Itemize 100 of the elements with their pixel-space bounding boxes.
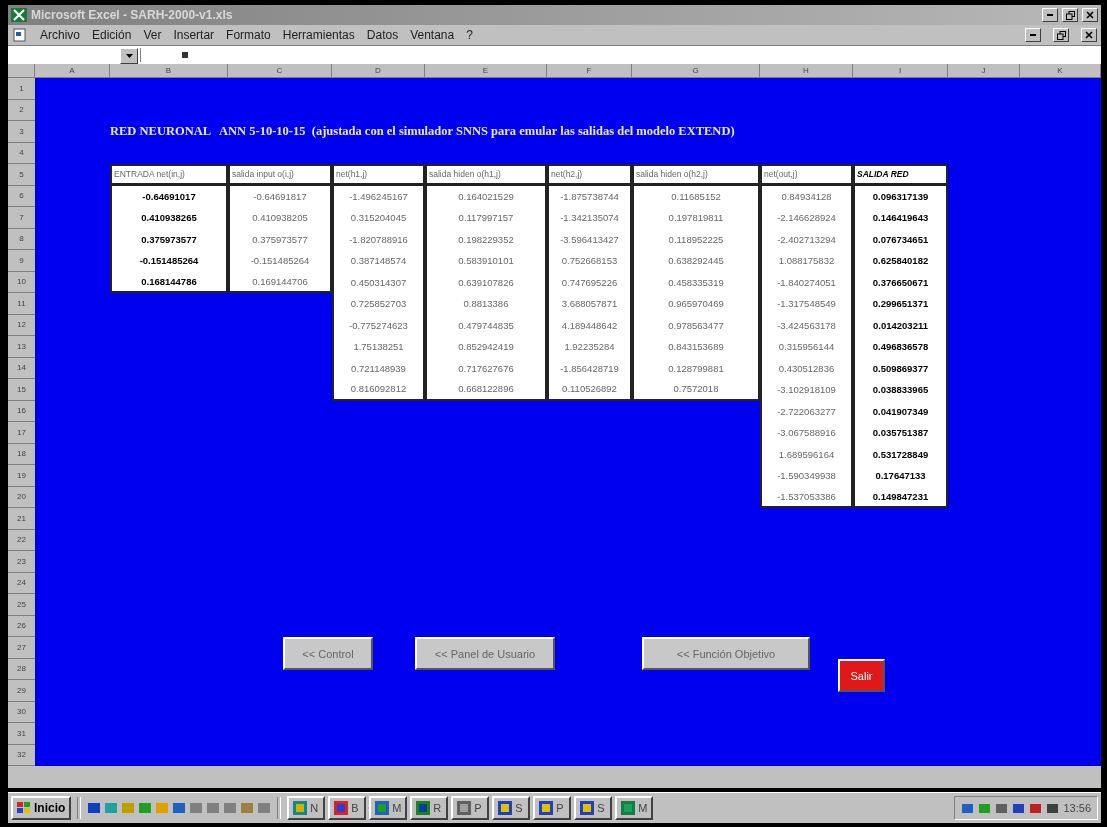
row-header[interactable]: 7 [8, 207, 35, 229]
table-cell: -1.496245167 [332, 185, 425, 207]
row-header[interactable]: 14 [8, 357, 35, 379]
menu-item[interactable]: Ventana [410, 28, 455, 42]
select-all-corner[interactable] [8, 64, 35, 78]
row-header[interactable]: 13 [8, 336, 35, 358]
row-header[interactable]: 10 [8, 271, 35, 293]
row-header[interactable]: 30 [8, 701, 35, 723]
menu-item[interactable]: Formato [226, 28, 271, 42]
task-button[interactable]: M [369, 796, 408, 820]
row-header[interactable]: 8 [8, 228, 35, 250]
table-cell: 0.638292445 [632, 250, 760, 272]
row-header[interactable]: 25 [8, 594, 35, 616]
table-cell: 0.076734651 [853, 228, 948, 250]
table-cell: 0.965970469 [632, 293, 760, 315]
row-header[interactable]: 1 [8, 78, 35, 100]
row-header[interactable]: 21 [8, 508, 35, 530]
menu-item[interactable]: Ver [143, 28, 162, 42]
restore-button[interactable] [1053, 28, 1069, 42]
column-header[interactable]: J [948, 64, 1020, 78]
exit-button[interactable]: Salir [838, 659, 885, 692]
table-cell: 0.625840182 [853, 250, 948, 272]
table-cell: -1.875738744 [547, 185, 632, 207]
row-header[interactable]: 31 [8, 723, 35, 745]
row-header[interactable]: 27 [8, 637, 35, 659]
row-header[interactable]: 16 [8, 400, 35, 422]
task-button[interactable]: P [451, 796, 490, 820]
row-header[interactable]: 6 [8, 185, 35, 207]
column-header[interactable]: K [1020, 64, 1101, 78]
minimize-button[interactable] [1025, 28, 1041, 42]
row-header[interactable]: 23 [8, 551, 35, 573]
menu-item[interactable]: ? [466, 28, 473, 42]
table-cell: 0.117997157 [425, 207, 547, 229]
tray-icon[interactable] [995, 801, 1009, 815]
column-header[interactable]: E [425, 64, 547, 78]
column-header[interactable]: B [110, 64, 228, 78]
task-button[interactable]: B [328, 796, 367, 820]
quick-launch-icon[interactable] [87, 801, 102, 815]
table-cell: 0.7572018 [632, 379, 760, 401]
row-header[interactable]: 20 [8, 486, 35, 508]
tray-icon[interactable] [1046, 801, 1060, 815]
tray-icon[interactable] [961, 801, 975, 815]
task-button[interactable]: P [533, 796, 572, 820]
menu-item[interactable]: Insertar [173, 28, 215, 42]
table-cell: 0.375973577 [110, 228, 228, 250]
minimize-button[interactable] [1042, 8, 1058, 22]
row-header[interactable]: 5 [8, 164, 35, 186]
row-header[interactable]: 32 [8, 744, 35, 766]
row-header[interactable]: 11 [8, 293, 35, 315]
column-header[interactable]: F [547, 64, 632, 78]
table-cell: 0.725852703 [332, 293, 425, 315]
row-header[interactable]: 12 [8, 314, 35, 336]
start-button[interactable]: Inicio [11, 796, 72, 820]
task-button[interactable]: M [615, 796, 654, 820]
menu-item[interactable]: Archivo [40, 28, 80, 42]
row-header[interactable]: 22 [8, 529, 35, 551]
task-button[interactable]: N [287, 796, 326, 820]
close-button[interactable] [1081, 28, 1097, 42]
row-header[interactable]: 17 [8, 422, 35, 444]
row-header[interactable]: 18 [8, 443, 35, 465]
tray-icon[interactable] [1029, 801, 1043, 815]
menu-item[interactable]: Edición [92, 28, 132, 42]
row-header[interactable]: 4 [8, 142, 35, 164]
nav-button[interactable]: << Control [283, 637, 373, 670]
row-header[interactable]: 9 [8, 250, 35, 272]
restore-button[interactable] [1062, 8, 1078, 22]
row-header[interactable]: 28 [8, 658, 35, 680]
menu-item[interactable]: Datos [366, 28, 399, 42]
table-cell: 0.747695226 [547, 271, 632, 293]
row-header[interactable]: 2 [8, 99, 35, 121]
table-cell: -3.596413427 [547, 228, 632, 250]
task-button[interactable]: S [574, 796, 613, 820]
column-header[interactable]: G [632, 64, 760, 78]
table-cell: -0.151485264 [228, 250, 332, 272]
quick-launch-icon[interactable] [257, 801, 272, 815]
row-header[interactable]: 19 [8, 465, 35, 487]
column-header[interactable]: C [228, 64, 332, 78]
quick-launch-icon[interactable] [240, 801, 255, 815]
quick-launch-icon[interactable] [172, 801, 187, 815]
tray-icon[interactable] [1012, 801, 1026, 815]
close-button[interactable] [1082, 8, 1098, 22]
quick-launch-icon[interactable] [206, 801, 221, 815]
column-header[interactable]: H [760, 64, 853, 78]
row-header[interactable]: 3 [8, 121, 35, 143]
row-header[interactable]: 15 [8, 379, 35, 401]
row-header[interactable]: 26 [8, 615, 35, 637]
dropdown-icon[interactable] [120, 48, 138, 64]
menu-item[interactable]: Herramientas [282, 28, 355, 42]
column-header[interactable]: I [853, 64, 948, 78]
quick-launch-icon[interactable] [189, 801, 204, 815]
nav-button[interactable]: << Función Objetivo [642, 637, 810, 670]
column-header[interactable]: D [332, 64, 425, 78]
row-header[interactable]: 24 [8, 572, 35, 594]
task-button[interactable]: R [410, 796, 449, 820]
nav-button[interactable]: << Panel de Usuario [415, 637, 555, 670]
table-cell: 4.189448642 [547, 314, 632, 336]
row-header[interactable]: 29 [8, 680, 35, 702]
task-button[interactable]: S [492, 796, 531, 820]
quick-launch-icon[interactable] [223, 801, 238, 815]
column-header[interactable]: A [35, 64, 110, 78]
